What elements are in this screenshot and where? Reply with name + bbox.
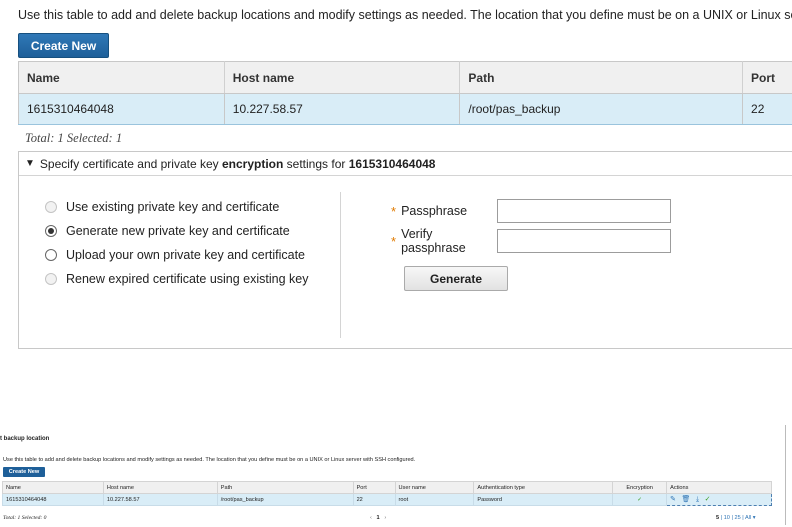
mini-table-header-row: Name Host name Path Port User name Authe… bbox=[2, 481, 772, 494]
verify-passphrase-input[interactable] bbox=[497, 229, 672, 253]
full-page-thumbnail: t backup location Use this table to add … bbox=[0, 425, 792, 527]
page-size-10[interactable]: 10 bbox=[724, 515, 730, 521]
table-totals: Total: 1 Selected: 1 bbox=[25, 131, 123, 145]
radio-label: Upload your own private key and certific… bbox=[66, 248, 306, 262]
passphrase-field-row: * Passphrase bbox=[391, 199, 672, 223]
radio-option-renew-expired[interactable]: Renew expired certificate using existing… bbox=[45, 272, 308, 286]
encryption-heading-name: 1615310464048 bbox=[348, 156, 436, 171]
mini-cell-user-name: root bbox=[394, 493, 475, 506]
generate-button[interactable]: Generate bbox=[404, 266, 508, 291]
intro-text: Use this table to add and delete backup … bbox=[18, 8, 792, 22]
page-size-all[interactable]: All bbox=[745, 515, 751, 521]
table-row[interactable]: 1615310464048 10.227.58.57 /root/pas_bac… bbox=[18, 93, 792, 125]
mini-column-header-path[interactable]: Path bbox=[216, 481, 354, 494]
mini-cell-host-name: 10.227.58.57 bbox=[102, 493, 218, 506]
radio-label: Use existing private key and certificate bbox=[66, 200, 280, 214]
radio-button-selected[interactable] bbox=[45, 225, 57, 237]
cell-host-name: 10.227.58.57 bbox=[223, 93, 461, 125]
mini-column-header-name[interactable]: Name bbox=[2, 481, 104, 494]
radio-label: Renew expired certificate using existing… bbox=[66, 272, 309, 286]
passphrase-input[interactable] bbox=[497, 199, 672, 223]
backup-locations-table: Name Host name Path Port 1615310464048 1… bbox=[18, 61, 792, 125]
mini-column-header-actions: Actions bbox=[666, 481, 772, 494]
encryption-panel-header[interactable]: ▼ Specify certificate and private key en… bbox=[19, 152, 792, 176]
column-header-host-name[interactable]: Host name bbox=[223, 61, 461, 94]
mini-intro-text: Use this table to add and delete backup … bbox=[3, 457, 416, 463]
radio-button[interactable] bbox=[45, 273, 57, 285]
create-new-button[interactable]: Create New bbox=[18, 33, 109, 58]
mini-column-header-user-name[interactable]: User name bbox=[394, 481, 475, 494]
verify-passphrase-field-row: * Verify passphrase bbox=[391, 227, 672, 255]
radio-label: Generate new private key and certificate bbox=[66, 224, 290, 238]
mini-cell-actions: ✎ 🗑 ⤓ ✓ bbox=[666, 493, 772, 506]
panel-divider bbox=[340, 192, 341, 338]
mini-table-totals: Total: 1 Selected: 0 bbox=[3, 515, 47, 521]
mini-backup-locations-table: Name Host name Path Port User name Authe… bbox=[2, 481, 772, 506]
download-icon[interactable]: ⤓ bbox=[696, 496, 699, 504]
mini-pagination: ‹ 1 › bbox=[370, 515, 386, 521]
table-header-row: Name Host name Path Port bbox=[18, 61, 792, 94]
radio-option-upload[interactable]: Upload your own private key and certific… bbox=[45, 248, 305, 262]
pager-current-page[interactable]: 1 bbox=[377, 515, 380, 521]
mini-column-header-port[interactable]: Port bbox=[352, 481, 396, 494]
column-header-port[interactable]: Port bbox=[742, 61, 792, 94]
encryption-heading-prefix: Specify certificate and private key bbox=[39, 156, 222, 171]
encryption-heading-bold: encryption bbox=[222, 156, 284, 171]
required-asterisk: * bbox=[391, 233, 397, 249]
mini-column-header-host-name[interactable]: Host name bbox=[102, 481, 218, 494]
mini-page-title: t backup location bbox=[0, 436, 50, 442]
encryption-heading-middle: settings for bbox=[283, 156, 349, 171]
mini-cell-name: 1615310464048 bbox=[2, 493, 104, 506]
column-header-name[interactable]: Name bbox=[18, 61, 225, 94]
mini-cell-auth-type: Password bbox=[473, 493, 614, 506]
check-icon: ✓ bbox=[612, 493, 668, 506]
radio-option-use-existing[interactable]: Use existing private key and certificate bbox=[45, 200, 279, 214]
passphrase-label: Passphrase bbox=[401, 204, 468, 218]
cell-port: 22 bbox=[742, 93, 792, 125]
mini-column-header-auth-type[interactable]: Authentication type bbox=[473, 481, 614, 494]
page-size-5[interactable]: 5 bbox=[716, 515, 719, 521]
cell-name: 1615310464048 bbox=[18, 93, 225, 125]
mini-table-row[interactable]: 1615310464048 10.227.58.57 /root/pas_bac… bbox=[2, 493, 772, 506]
triangle-down-icon[interactable]: ▼ bbox=[25, 158, 35, 169]
pager-next-button[interactable]: › bbox=[384, 515, 386, 521]
verify-passphrase-label: Verify passphrase bbox=[401, 227, 466, 255]
mini-cell-path: /root/pas_backup bbox=[216, 493, 354, 506]
zoomed-view: Use this table to add and delete backup … bbox=[0, 0, 792, 360]
mini-cell-port: 22 bbox=[352, 493, 396, 506]
radio-button[interactable] bbox=[45, 249, 57, 261]
check-icon[interactable]: ✓ bbox=[705, 495, 711, 503]
mini-create-new-button[interactable]: Create New bbox=[3, 467, 45, 477]
required-asterisk: * bbox=[391, 203, 397, 219]
column-header-path[interactable]: Path bbox=[459, 61, 744, 94]
encryption-settings-panel: ▼ Specify certificate and private key en… bbox=[18, 151, 792, 349]
chevron-down-icon[interactable]: ▾ bbox=[753, 515, 756, 521]
page-size-25[interactable]: 25 bbox=[734, 515, 740, 521]
edit-icon[interactable]: ✎ bbox=[670, 495, 676, 503]
mini-page-size-selector: 5 | 10 | 25 | All ▾ bbox=[716, 515, 756, 521]
trash-icon[interactable]: 🗑 bbox=[682, 495, 691, 503]
radio-option-generate-new[interactable]: Generate new private key and certificate bbox=[45, 224, 290, 238]
pager-prev-button[interactable]: ‹ bbox=[370, 515, 372, 521]
mini-column-header-encryption[interactable]: Encryption bbox=[612, 481, 668, 494]
radio-button[interactable] bbox=[45, 201, 57, 213]
page-edge bbox=[785, 425, 786, 525]
cell-path: /root/pas_backup bbox=[459, 93, 744, 125]
